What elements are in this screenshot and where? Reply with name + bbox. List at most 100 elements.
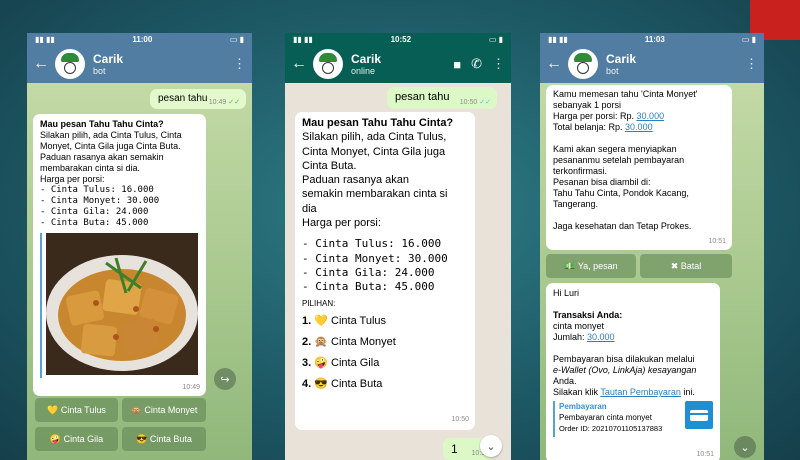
message-text: pesan tahu xyxy=(395,91,450,103)
message-footer: Jaga kesehatan dan Tetap Prokes. xyxy=(553,221,692,231)
message-body-line: Harga per porsi: xyxy=(40,174,105,184)
phone-telegram-2: ▮▮ ▮▮ 11:03 ▭ ▮ ← Carik bot ⋮ Kamu memes… xyxy=(540,33,764,460)
message-body-line: Cinta Monyet, Cinta Gila juga xyxy=(302,145,446,158)
message-body-line: pesananmu setelah pembayaran xyxy=(553,155,685,165)
message-time: 10:50 ✓✓ xyxy=(459,99,491,106)
scroll-down-icon[interactable]: ⌄ xyxy=(734,436,756,458)
phone-call-icon[interactable]: ✆ xyxy=(471,56,482,72)
outgoing-message[interactable]: pesan tahu 10:50 ✓✓ xyxy=(387,87,497,109)
message-body-line: Monyet, Cinta Gila juga Cinta Buta. xyxy=(40,141,181,151)
order-confirmation-message[interactable]: Kamu memesan tahu 'Cinta Monyet' sebanya… xyxy=(546,85,732,250)
keyboard-button-cinta-gila[interactable]: 🤪 Cinta Gila xyxy=(35,427,118,451)
contact-info[interactable]: Carik online xyxy=(351,52,381,76)
harga-line: Harga per porsi: Rp. 30.000 xyxy=(553,111,665,121)
total-value-link[interactable]: 30.000 xyxy=(625,122,653,132)
phone-telegram-1: ▮▮ ▮▮ 11:00 ▭ ▮ ← Carik bot ⋮ pesan tahu… xyxy=(27,33,252,460)
harga-value-link[interactable]: 30.000 xyxy=(637,111,665,121)
price-line: - Cinta Buta: 45.000 xyxy=(302,280,435,294)
option-item: 2. 🙊 Cinta Monyet xyxy=(302,335,396,348)
contact-status: online xyxy=(351,65,376,76)
message-time: 10:51 xyxy=(696,451,714,458)
price-line: - Cinta Tulus: 16.000 xyxy=(40,185,154,195)
status-time: 11:00 xyxy=(132,34,153,44)
message-body-line: Tahu Tahu Cinta, Pondok Kacang, xyxy=(553,188,689,198)
option-item: 4. 😎 Cinta Buta xyxy=(302,377,383,390)
contact-info[interactable]: Carik bot xyxy=(606,52,636,76)
avatar[interactable] xyxy=(568,49,598,79)
message-body-line: membarakan cinta si dia. xyxy=(40,163,141,173)
transaction-label: Transaksi Anda: xyxy=(553,310,623,320)
chat-area: pesan tahu 10:49 ✓✓ Mau pesan Tahu Tahu … xyxy=(27,83,252,460)
message-body-line: terkonfirmasi. xyxy=(553,166,608,176)
jumlah-value-link[interactable]: 30.000 xyxy=(587,332,615,342)
battery-icon: ▭ ▮ xyxy=(741,34,756,44)
tofu-photo[interactable] xyxy=(40,233,199,378)
status-bar: ▮▮ ▮▮ 11:00 ▭ ▮ xyxy=(27,33,252,45)
message-text: 1 xyxy=(451,442,458,456)
incoming-menu-message[interactable]: Mau pesan Tahu Tahu Cinta? Silakan pilih… xyxy=(33,114,206,396)
price-line: - Cinta Monyet: 30.000 xyxy=(302,251,448,265)
contact-status: bot xyxy=(606,65,619,76)
price-line: - Cinta Tulus: 16.000 xyxy=(302,237,442,251)
keyboard-button-cinta-buta[interactable]: 😎 Cinta Buta xyxy=(122,427,206,451)
signal-icon: ▮▮ ▮▮ xyxy=(293,34,313,44)
battery-icon: ▭ ▮ xyxy=(229,34,244,44)
ya-pesan-button[interactable]: 💵 Ya, pesan xyxy=(546,254,636,278)
forward-icon[interactable]: ↪ xyxy=(214,368,236,390)
message-body-line: Paduan rasanya akan xyxy=(302,174,410,187)
more-options-icon[interactable]: ⋮ xyxy=(233,56,246,72)
message-body-line: Harga per porsi: xyxy=(302,217,381,230)
message-body-line: Anda. xyxy=(553,376,577,386)
message-body-line: Silakan pilih, ada Cinta Tulus, Cinta xyxy=(40,130,182,140)
keyboard-button-cinta-tulus[interactable]: 💛 Cinta Tulus xyxy=(35,398,118,422)
message-time: 10:51 xyxy=(708,238,726,245)
chat-header: ← Carik online ■ ✆ ⋮ xyxy=(285,45,511,83)
back-arrow-icon[interactable]: ← xyxy=(546,55,568,73)
price-line: - Cinta Gila: 24.000 xyxy=(302,265,435,279)
incoming-menu-message[interactable]: Mau pesan Tahu Tahu Cinta? Silakan pilih… xyxy=(295,112,475,430)
contact-status: bot xyxy=(93,65,106,76)
jumlah-line: Jumlah: 30.000 xyxy=(553,332,615,342)
chat-area: pesan tahu 10:50 ✓✓ Mau pesan Tahu Tahu … xyxy=(285,83,511,460)
message-body-line: Cinta Buta. xyxy=(302,159,357,172)
link-preview[interactable]: Pembayaran Pembayaran cinta monyet Order… xyxy=(553,401,713,437)
back-arrow-icon[interactable]: ← xyxy=(291,55,313,73)
batal-button[interactable]: ✖ Batal xyxy=(640,254,732,278)
video-call-icon[interactable]: ■ xyxy=(453,57,461,72)
price-line: - Cinta Gila: 24.000 xyxy=(40,207,149,217)
signal-icon: ▮▮ ▮▮ xyxy=(548,34,568,44)
total-line: Total belanja: Rp. 30.000 xyxy=(553,122,653,132)
outgoing-message[interactable]: pesan tahu 10:49 ✓✓ xyxy=(150,89,246,109)
back-arrow-icon[interactable]: ← xyxy=(33,55,55,73)
greeting: Hi Luri xyxy=(553,288,580,298)
avatar[interactable] xyxy=(313,49,343,79)
chat-header: ← Carik bot ⋮ xyxy=(27,45,252,83)
message-time: 10:49 xyxy=(182,384,200,391)
tofu-image xyxy=(46,233,198,375)
payment-message[interactable]: Hi Luri Transaksi Anda: cinta monyet Jum… xyxy=(546,283,720,460)
message-time: 10:49 ✓✓ xyxy=(208,99,240,106)
contact-info[interactable]: Carik bot xyxy=(93,51,124,76)
message-body-line: semakin membarakan cinta si xyxy=(302,188,448,201)
message-body-line: Pembayaran bisa dilakukan melalui xyxy=(553,354,695,364)
status-bar: ▮▮ ▮▮ 11:03 ▭ ▮ xyxy=(540,33,764,45)
status-time: 11:03 xyxy=(644,34,665,44)
more-options-icon[interactable]: ⋮ xyxy=(492,56,505,72)
background: ▮▮ ▮▮ 11:00 ▭ ▮ ← Carik bot ⋮ pesan tahu… xyxy=(0,0,800,460)
chat-area: Kamu memesan tahu 'Cinta Monyet' sebanya… xyxy=(540,83,764,460)
payment-thumbnail xyxy=(685,401,713,429)
avatar[interactable] xyxy=(55,49,85,79)
message-text: pesan tahu xyxy=(158,93,208,104)
keyboard-button-cinta-monyet[interactable]: 🙊 Cinta Monyet xyxy=(122,398,206,422)
double-check-icon: ✓✓ xyxy=(228,99,240,106)
message-body-line: Tangerang. xyxy=(553,199,599,209)
scroll-down-icon[interactable]: ⌄ xyxy=(480,435,502,457)
more-options-icon[interactable]: ⋮ xyxy=(745,56,758,72)
click-line: Silakan klik Tautan Pembayaran ini. xyxy=(553,387,695,397)
transaction-item: cinta monyet xyxy=(553,321,605,331)
message-body-line: Kamu memesan tahu 'Cinta Monyet' xyxy=(553,89,698,99)
battery-icon: ▭ ▮ xyxy=(488,34,503,44)
option-item: 1. 💛 Cinta Tulus xyxy=(302,314,387,327)
contact-name: Carik xyxy=(93,51,124,66)
payment-link[interactable]: Tautan Pembayaran xyxy=(600,387,681,397)
